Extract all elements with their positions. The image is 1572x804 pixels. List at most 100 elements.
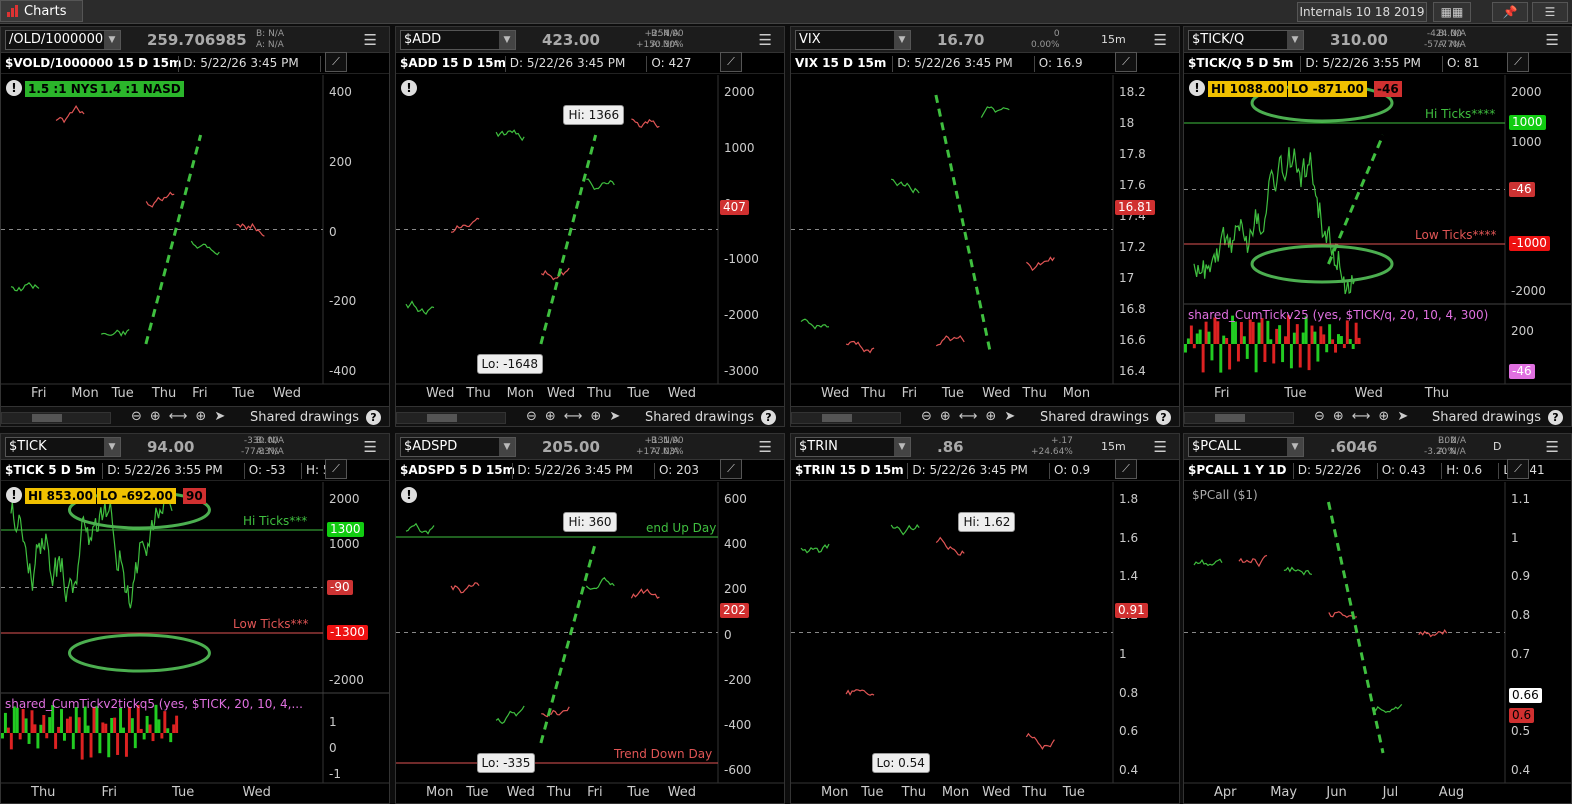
x-tick-label: Fri xyxy=(192,386,208,401)
help-icon[interactable]: ? xyxy=(366,410,381,425)
y-tick-label: 1000 xyxy=(1511,134,1542,149)
y-tick-label: 17.8 xyxy=(1119,147,1146,161)
y-tick-label: -200 xyxy=(329,294,357,309)
high-label: Hi: 1.62 xyxy=(958,512,1016,532)
x-tick-label: Wed xyxy=(242,785,271,800)
x-tick-label: Mon xyxy=(71,386,99,401)
window-menu-icon[interactable]: ☰ xyxy=(1532,2,1568,22)
lo-badge: LO -871.00 xyxy=(1288,81,1367,97)
shared-drawings-label[interactable]: Shared drawings xyxy=(1432,410,1541,425)
price-series xyxy=(405,300,435,316)
zoom-tools-icon[interactable]: ⊖⊕⟷⊕➤ xyxy=(526,409,628,424)
up-day-line-label: end Up Day xyxy=(646,521,717,535)
last-badge: -46 xyxy=(1374,81,1402,97)
x-tick-label: Mon xyxy=(426,785,454,800)
price-series xyxy=(1373,703,1403,713)
x-tick-label: Wed xyxy=(546,386,576,401)
low-label: Lo: -1648 xyxy=(476,354,544,374)
x-tick-label: Wed xyxy=(667,785,697,800)
x-tick-label: Aug xyxy=(1438,785,1465,800)
alert-icon[interactable]: ! xyxy=(401,80,417,96)
price-series xyxy=(585,576,615,590)
price-series xyxy=(800,543,830,554)
alert-icon[interactable]: ! xyxy=(6,80,22,96)
y-tick-label: -600 xyxy=(724,763,752,777)
y-tick-label: 16.8 xyxy=(1119,302,1146,316)
chart-panel-p1: /OLD/1000000 ▼ 259.706985 B: N/A A: N/A ☰ $VOL… xyxy=(0,26,390,427)
chart-canvas[interactable] xyxy=(396,434,785,804)
charts-bar-icon xyxy=(7,5,18,17)
y-tick-label: 1000 xyxy=(724,140,755,155)
y-tick-label: 18 xyxy=(1119,116,1135,130)
x-tick-label: Tue xyxy=(232,386,255,401)
price-series xyxy=(845,689,875,696)
charts-tab[interactable]: Charts xyxy=(0,0,83,22)
x-tick-label: Tue xyxy=(861,785,884,800)
y-tick-label: -400 xyxy=(724,717,752,732)
price-series xyxy=(495,129,525,142)
x-tick-label: Thu xyxy=(1424,386,1450,401)
alert-icon[interactable]: ! xyxy=(401,487,417,503)
y-tick-label: 1.4 xyxy=(1119,569,1139,584)
time-scrollbar[interactable] xyxy=(791,412,901,424)
shared-drawings-label[interactable]: Shared drawings xyxy=(250,410,359,425)
price-series xyxy=(890,178,920,194)
x-tick-label: Tue xyxy=(941,386,965,401)
price-series xyxy=(980,106,1010,118)
alert-icon[interactable]: ! xyxy=(6,487,22,503)
low-label: Lo: 0.54 xyxy=(871,753,930,773)
zoom-tools-icon[interactable]: ⊖⊕⟷⊕➤ xyxy=(131,409,233,424)
hi-ticks-line-label: Hi Ticks**** xyxy=(1425,107,1496,121)
y-tick-label: 2000 xyxy=(1511,85,1542,99)
chart-panel-p7: $TRIN ▼ .86 +.17 +24.64% 15m ☰ $TRIN 15 D 15m D:… xyxy=(790,433,1180,804)
y-tick-label: 0.5 xyxy=(1511,724,1531,739)
x-tick-label: Fri xyxy=(31,386,47,401)
time-scrollbar[interactable] xyxy=(1184,412,1294,424)
price-series xyxy=(495,705,525,725)
zoom-tools-icon[interactable]: ⊖⊕⟷⊕➤ xyxy=(1314,409,1416,424)
grid-layout-icon[interactable]: ▦▦ xyxy=(1433,2,1471,22)
help-icon[interactable]: ? xyxy=(1548,410,1563,425)
zoom-tools-icon[interactable]: ⊖⊕⟷⊕➤ xyxy=(921,409,1023,424)
y-tick-label: 16.6 xyxy=(1119,333,1146,347)
study-tag: -46 xyxy=(1509,364,1535,379)
hi-badge: HI 853.00 xyxy=(25,488,96,504)
hi-badge: HI 1088.00 xyxy=(1208,81,1288,97)
x-tick-label: Tue xyxy=(466,785,489,800)
study-tick: 1 xyxy=(329,715,337,729)
trend-arrow xyxy=(1327,134,1385,265)
x-tick-label: Thu xyxy=(1022,785,1047,800)
y-tick-label: -3000 xyxy=(724,364,759,378)
x-tick-label: Thu xyxy=(1022,386,1047,401)
pin-icon[interactable]: 📌 xyxy=(1492,2,1528,22)
y-tick-label: 600 xyxy=(724,492,747,506)
price-series xyxy=(935,335,965,347)
x-tick-label: Fri xyxy=(587,785,603,800)
x-tick-label: Thu xyxy=(901,785,926,800)
x-tick-label: Tue xyxy=(627,386,650,401)
time-scrollbar[interactable] xyxy=(1,412,111,424)
mid-tag: -90 xyxy=(327,579,353,595)
x-tick-label: Wed xyxy=(982,785,1011,800)
price-series xyxy=(541,706,570,718)
y-tick-label: -200 xyxy=(724,672,752,687)
y-tick-label: 1.6 xyxy=(1119,530,1139,545)
price-series xyxy=(100,329,130,337)
highlight-ellipse xyxy=(67,633,211,673)
alert-icon[interactable]: ! xyxy=(1189,80,1205,96)
time-scrollbar[interactable] xyxy=(396,412,506,424)
shared-drawings-label[interactable]: Shared drawings xyxy=(1040,410,1149,425)
low-label: Lo: -335 xyxy=(476,753,536,773)
x-tick-label: Mon xyxy=(506,386,534,401)
y-tick-label: 0 xyxy=(724,627,732,642)
study-tick: -1 xyxy=(329,767,341,781)
help-icon[interactable]: ? xyxy=(1156,410,1171,425)
x-tick-label: Wed xyxy=(1354,386,1383,401)
x-tick-label: Mon xyxy=(1062,386,1091,401)
workspace-selector[interactable]: Internals 10 18 2019 xyxy=(1297,2,1427,22)
shared-drawings-label[interactable]: Shared drawings xyxy=(645,410,754,425)
y-tick-label: 1 xyxy=(1119,646,1127,661)
help-icon[interactable]: ? xyxy=(761,410,776,425)
y-tick-label: 1000 xyxy=(329,537,360,552)
x-tick-label: Tue xyxy=(627,785,650,800)
